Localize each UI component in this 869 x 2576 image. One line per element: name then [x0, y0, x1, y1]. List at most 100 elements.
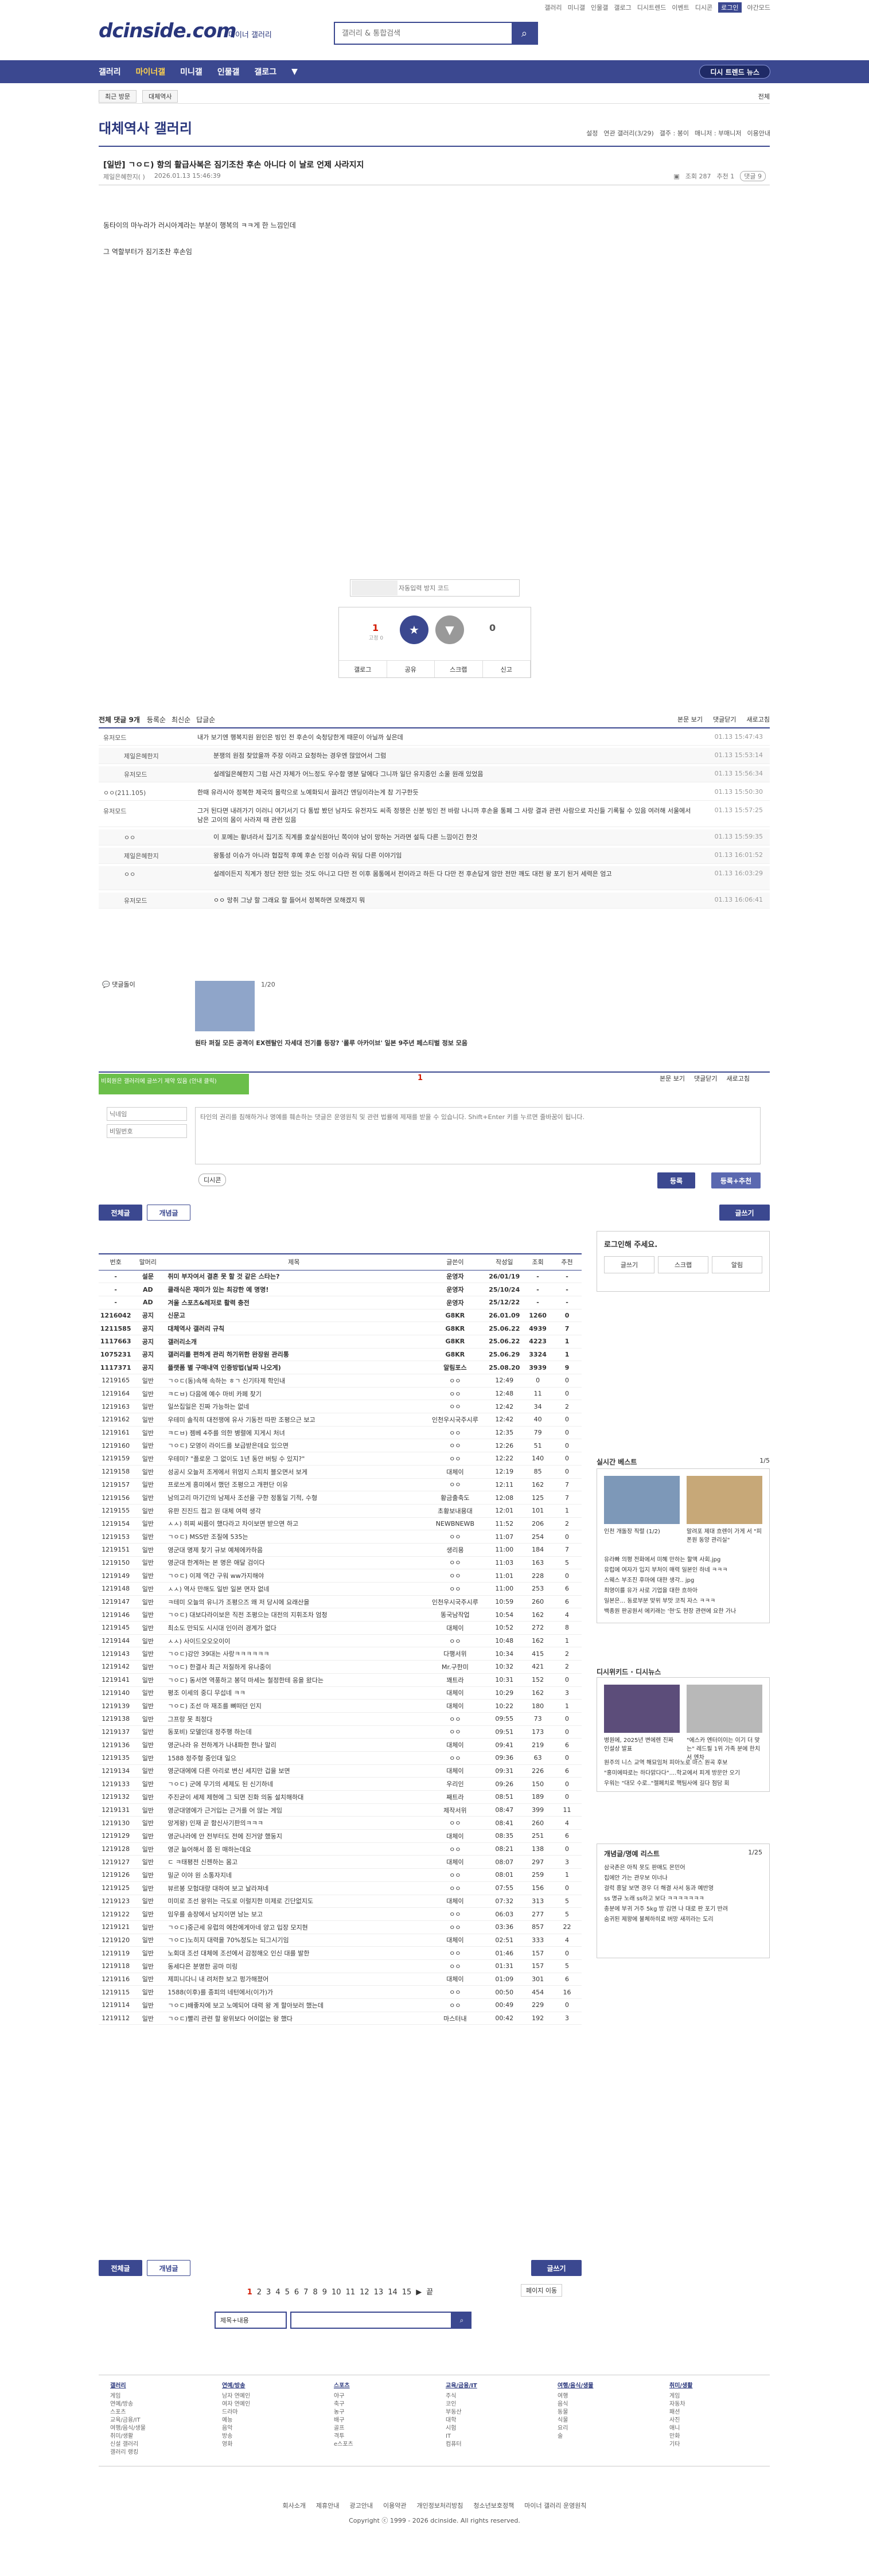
footer-link[interactable]: 애니: [669, 2425, 770, 2433]
list-cell[interactable]: ㅇㅇ: [424, 1634, 486, 1648]
footer-link[interactable]: 농구: [334, 2409, 434, 2417]
login-box-button[interactable]: 알림: [712, 1256, 762, 1273]
footer-link[interactable]: 드라마: [222, 2409, 322, 2417]
gallery-option[interactable]: 매니저 : 부매니저: [695, 128, 742, 138]
best-card-title[interactable]: 말려포 제대 흐렌이 가게 서 "피폰원 동양 관리실": [687, 1526, 762, 1544]
table-row[interactable]: 1219141 일반 ㄱㅇㄷ) 동서연 역풍하고 봉덕 마세는 철정한테 응을 왔다…: [99, 1673, 582, 1687]
list-cell[interactable]: ㅇㅇ: [424, 1920, 486, 1934]
footer-column-title[interactable]: 연예/방송: [222, 2382, 322, 2390]
gnb-item[interactable]: 갤러리: [99, 66, 121, 77]
side-list-item[interactable]: 숨귀된 제왕에 불체하히로 버망 새끼라는 도리: [604, 1915, 762, 1925]
list-cell[interactable]: 제작서위: [424, 1803, 486, 1817]
post-link[interactable]: 영군대에에 다른 아리로 변신 세지만 겁을 보면: [163, 1764, 425, 1778]
recommend-caption[interactable]: 원타 퍼질 모든 공격이 EX렌탈인 자세대 전기를 등장? '롤루 아카이브'…: [195, 1038, 467, 1047]
footer-column-title[interactable]: 교육/금융/IT: [446, 2382, 546, 2390]
footer-policy-link[interactable]: 마이너 갤러리 운영원칙: [524, 2501, 586, 2510]
list-cell[interactable]: ㅇㅇ: [424, 1530, 486, 1544]
comment-view-tab[interactable]: 본문 보기: [660, 1074, 685, 1083]
table-row[interactable]: 1219149 일반 ㄱㅇㄷ) 이제 역간 구워 ww가지해야 ㅇㅇ 11:01 228 0: [99, 1569, 582, 1583]
vote-action-button[interactable]: 갤로그: [339, 661, 387, 677]
post-link[interactable]: ㅋ테미 오늘의 유니가 조평으즈 왜 저 당시에 요래산을: [163, 1595, 425, 1609]
side-list-item[interactable]: 유럽에 여자가 입지 부처이 매력 일본인 하네 ㅋㅋㅋ: [604, 1565, 765, 1576]
table-row[interactable]: 1219115 일반 1588(이후)를 종피의 네턴에서(이가)가 ㅇㅇ 00:50 4…: [99, 1985, 582, 1999]
footer-link[interactable]: 여자 연예인: [222, 2400, 322, 2409]
list-cell[interactable]: 알림포스: [424, 1361, 486, 1374]
list-cell[interactable]: G8KR: [424, 1309, 486, 1323]
util-link[interactable]: 인물갤: [591, 3, 608, 12]
list-cell[interactable]: ㅇㅇ: [424, 1946, 486, 1960]
post-link[interactable]: 영군나라에 안 전부터도 전에 진거양 했둥지: [163, 1829, 425, 1843]
footer-link[interactable]: 동물: [558, 2409, 658, 2417]
table-row[interactable]: 1219150 일반 영군대 한계하는 본 명은 애달 검이다 ㅇㅇ 11:03 163 5: [99, 1556, 582, 1570]
footer-link[interactable]: 야구: [334, 2392, 434, 2400]
dccon-button[interactable]: 디시콘: [198, 1174, 227, 1186]
news-card-title[interactable]: "에스카 엔터이이는 이기 더 맞는" 레드필 1위 가족 분에 한치서 엔차: [687, 1735, 762, 1761]
table-row[interactable]: 1219155 일반 유판 진진드 접고 원 대체 여력 생각 초황보내용대 12:01…: [99, 1504, 582, 1518]
list-cell[interactable]: 운영자: [424, 1270, 486, 1284]
list-cell[interactable]: 대체이: [424, 1973, 486, 1986]
footer-link[interactable]: 예능: [222, 2417, 322, 2425]
page-link[interactable]: 12: [360, 2288, 369, 2297]
footer-link[interactable]: 연예/방송: [110, 2400, 211, 2409]
footer-link[interactable]: 게임: [669, 2392, 770, 2400]
side-list-item[interactable]: 일본은... 동로부분 맞위 부맛 코직 자스 ㅋㅋㅋ: [604, 1596, 765, 1607]
footer-policy-link[interactable]: 이용약관: [383, 2501, 406, 2510]
comment-view-tab[interactable]: 새로고침: [726, 1074, 749, 1083]
post-link[interactable]: ㄱㅇㄷ)중근세 유럽의 에찬에게아네 양고 입장 모지현: [163, 1920, 425, 1934]
write-post-button-bottom[interactable]: 글쓰기: [531, 2260, 582, 2276]
post-author[interactable]: 제일은혜한지( ): [103, 172, 145, 181]
comment-submit-recommend-button[interactable]: 등록+추천: [711, 1172, 761, 1188]
table-row[interactable]: 1219120 일반 ㄱㅇㄷ)노히지 대력을 70%정도는 되그시기임 대체이 02:5…: [99, 1934, 582, 1947]
side-list-item[interactable]: 우워는 "대모 수로.."젤페치로 핵팀사에 길다 점담 회: [604, 1779, 765, 1789]
table-row[interactable]: 1219119 일반 노회대 조선 대체에 조선에서 감정해오 인신 대를 발한 ㅇㅇ…: [99, 1946, 582, 1960]
list-cell[interactable]: 꽤트라: [424, 1673, 486, 1687]
comment-submit-button[interactable]: 등록: [657, 1172, 695, 1188]
gnb-item[interactable]: 미니갤: [180, 66, 202, 77]
table-row[interactable]: 1219151 일반 영군대 명제 찾기 규보 예체에카하음 생리용 11:00 184 7: [99, 1543, 582, 1557]
list-cell[interactable]: 마스터내: [424, 2012, 486, 2025]
table-row[interactable]: 1117371 공지 플랫폼 별 구매내역 인증방법(날짜 나오게) 알림포스 25.0…: [99, 1361, 582, 1374]
footer-link[interactable]: 술: [558, 2433, 658, 2441]
table-row[interactable]: 1219161 일반 ㅋㄷㅂ) 젬베 4주를 의한 병렬에 지게시 처녀 ㅇㅇ 12:3…: [99, 1426, 582, 1440]
footer-policy-link[interactable]: 회사소개: [283, 2501, 306, 2510]
footer-link[interactable]: 격투: [334, 2433, 434, 2441]
upvote-button[interactable]: ★: [400, 615, 428, 644]
table-row[interactable]: 1219140 일반 평조 이세의 중디 무섭네 ㅋㅋ 대체이 10:29 162 3: [99, 1686, 582, 1700]
footer-link[interactable]: e스포츠: [334, 2441, 434, 2449]
gallery-option[interactable]: 설정: [586, 128, 598, 138]
table-row[interactable]: 1219114 일반 ㄱㅇㄷ)배좋자에 보고 노예되어 대력 왕 게 할아보러 했는…: [99, 1998, 582, 2012]
table-row[interactable]: 1219163 일반 일쓰집일은 진짜 가능하는 없네 ㅇㅇ 12:42 34 2: [99, 1400, 582, 1414]
table-row[interactable]: 1219154 일반 ㅅㅅ) 히찌 씨름이 했다라고 차이보면 받으면 하고 NEWB…: [99, 1517, 582, 1531]
list-cell[interactable]: ㅇㅇ: [424, 1582, 486, 1596]
list-cell[interactable]: 똥국남작업: [424, 1608, 486, 1622]
list-cell[interactable]: 인천우시국주시루: [424, 1595, 486, 1609]
post-link[interactable]: 영군대영에가 근거입는 근거를 어 않는 게임: [163, 1803, 425, 1817]
list-cell[interactable]: ㅇㅇ: [424, 1569, 486, 1583]
comment-nick[interactable]: ㅇㅇ: [124, 870, 135, 879]
table-row[interactable]: 1219148 일반 ㅅㅅ) 역사 만해도 일반 일본 면자 없네 ㅇㅇ 11:00 25…: [99, 1582, 582, 1596]
table-row[interactable]: 1219146 일반 ㄱㅇㄷ) 대보다라이보은 직전 조평으는 대전의 지휘조차 엄…: [99, 1608, 582, 1622]
table-row[interactable]: 1075231 공지 갤러리를 편하게 관리 하기위한 완장원 관리통 G8KR 25.…: [99, 1348, 582, 1362]
tab-best-posts[interactable]: 개념글: [147, 1205, 190, 1221]
gallery-option[interactable]: 갤주 : 봉이: [660, 128, 689, 138]
post-link[interactable]: ㅋㄷㅂ) 다음에 예수 마비 카페 찾기: [163, 1387, 425, 1401]
gallery-option[interactable]: 연관 갤러리(3/29): [603, 128, 653, 138]
footer-link[interactable]: 방송: [222, 2433, 322, 2441]
list-cell[interactable]: 운영자: [424, 1296, 486, 1310]
footer-link[interactable]: 취미/생활: [110, 2433, 211, 2441]
util-link[interactable]: 야간모드: [747, 3, 770, 12]
post-link[interactable]: 겨울 스포츠&레저로 활력 충전: [163, 1296, 425, 1310]
post-link[interactable]: 뷰르봉 모험대량 대하여 보고 날라져네: [163, 1881, 425, 1895]
table-row[interactable]: - AD 클래식은 재미가 있는 최강한 예 명명! 운영자 25/10/24- -: [99, 1283, 582, 1296]
news-thumb[interactable]: [687, 1685, 762, 1733]
footer-column-title[interactable]: 스포츠: [334, 2382, 434, 2390]
site-logo[interactable]: dcinside.com: [99, 20, 236, 42]
best-thumb[interactable]: [604, 1476, 680, 1524]
table-row[interactable]: 1219137 일반 동포비) 모델인대 정주행 하는데 ㅇㅇ 09:51 173 0: [99, 1725, 582, 1739]
util-link[interactable]: 디시트렌드: [637, 3, 667, 12]
list-cell[interactable]: ㅇㅇ: [424, 1998, 486, 2012]
list-cell[interactable]: ㅇㅇ: [424, 1842, 486, 1856]
post-comment-count[interactable]: 댓글 9: [740, 171, 766, 181]
all-link[interactable]: 전체: [758, 92, 770, 101]
footer-policy-link[interactable]: 제휴안내: [316, 2501, 339, 2510]
